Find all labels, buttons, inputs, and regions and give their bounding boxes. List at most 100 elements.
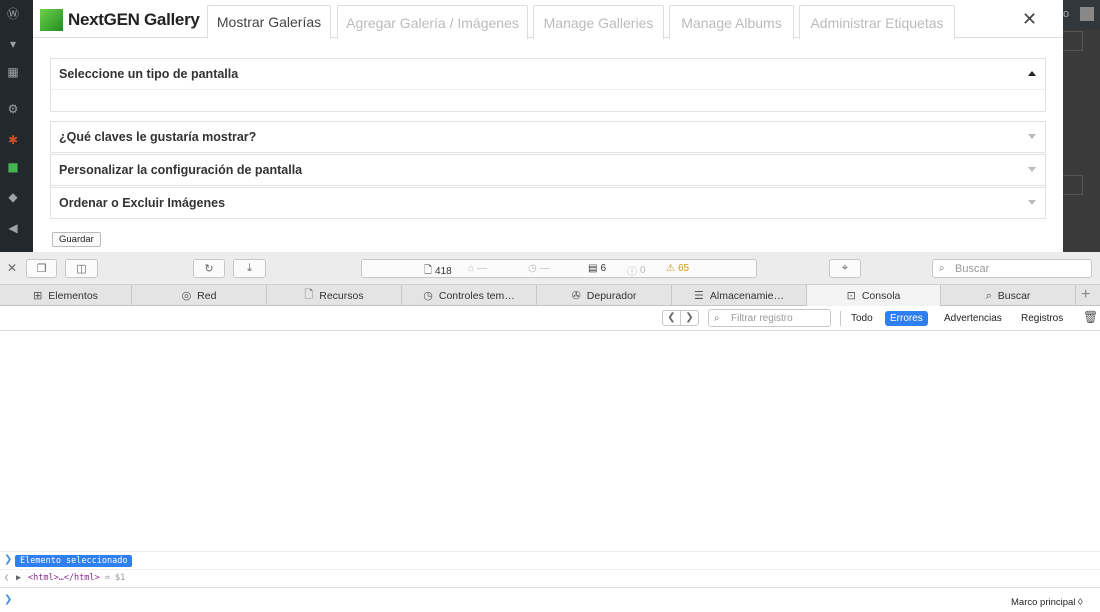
accordion-title: ¿Qué claves le gustaría mostrar? — [59, 130, 257, 144]
save-button[interactable]: Guardar — [52, 232, 101, 247]
accordion-keys: ¿Qué claves le gustaría mostrar? — [50, 121, 1046, 153]
resources-icon: 🗋 — [304, 288, 314, 301]
timelines-icon: ◷ — [423, 289, 433, 302]
search-icon: ⌕ — [939, 263, 945, 274]
chevron-up-icon — [1028, 71, 1036, 76]
search-icon: ⌕ — [985, 288, 992, 302]
console-result: ❮ ▶ <html>…</html> = $1 — [0, 569, 1100, 587]
tab-almacenamiento[interactable]: ☰ Almacenamie… — [672, 285, 807, 306]
log-count[interactable]: ▤ 6 — [588, 263, 606, 274]
nextgen-logo: NextGEN Gallery — [40, 9, 200, 31]
devtools-tab-bar: ⊞ Elementos ◎ Red 🗋 Recursos ◷ Controles tem… — [0, 285, 1100, 306]
load-time[interactable]: ◷ — — [528, 263, 550, 274]
console-filter-bar: ❮ ❯ ⌕ Filtrar registro Todo Errores Adve… — [0, 306, 1100, 331]
prompt-chevron-icon: ❯ — [4, 594, 13, 605]
tab-controles-temporales[interactable]: ◷ Controles tem… — [402, 285, 537, 306]
tab-manage-albums[interactable]: Manage Albums — [669, 5, 794, 39]
wordpress-logo-icon[interactable]: Ⓦ — [6, 7, 20, 21]
devtools-toolbar: ✕ ❐ ◫ ↻ ⤓ 🗋 418 ⌂ — ◷ — ▤ 6 ⓘ 0 ⚠ 65 ⌖ ⌕ Busca… — [0, 252, 1100, 285]
tab-manage-galleries[interactable]: Manage Galleries — [533, 5, 664, 39]
accordion-header[interactable]: Ordenar o Excluir Imágenes — [51, 188, 1045, 218]
chevron-right-icon[interactable]: ❯ — [681, 311, 698, 325]
download-icon[interactable]: ⤓ — [233, 259, 266, 278]
trash-icon[interactable]: 🗑 — [1083, 310, 1098, 324]
tab-depurador[interactable]: ✇ Depurador — [537, 285, 672, 306]
user-greeting: o — [1063, 8, 1070, 20]
error-icon: ⓘ — [627, 267, 637, 278]
add-tab-icon[interactable]: + — [1081, 286, 1090, 304]
weight-icon: ⌂ — [468, 263, 475, 274]
result-value: <html>…</html> = $1 — [28, 573, 125, 583]
network-icon: ◎ — [181, 289, 192, 302]
modal-header: NextGEN Gallery Mostrar Galerías Agregar… — [33, 0, 1063, 39]
tab-mostrar-galerias[interactable]: Mostrar Galerías — [207, 5, 331, 39]
filter-todo[interactable]: Todo — [846, 311, 878, 326]
nextgen-modal: NextGEN Gallery Mostrar Galerías Agregar… — [33, 0, 1063, 252]
chevron-down-icon — [1028, 200, 1036, 205]
reload-icon[interactable]: ↻ — [193, 259, 225, 278]
collapse-icon[interactable]: ◀ — [6, 221, 20, 235]
accordion-title: Seleccione un tipo de pantalla — [59, 67, 239, 81]
accordion-sort-exclude: Ordenar o Excluir Imágenes — [50, 187, 1046, 219]
tab-consola[interactable]: ⊡ Consola — [807, 285, 941, 306]
clock-icon: ◷ — [528, 263, 537, 274]
filter-registros[interactable]: Registros — [1016, 311, 1068, 326]
dock-side-icon[interactable]: ◫ — [65, 259, 98, 278]
accordion-header[interactable]: Seleccione un tipo de pantalla — [51, 59, 1045, 89]
document-icon: 🗋 — [424, 265, 433, 276]
logo-text: NextGEN Gallery — [68, 10, 200, 29]
accordion-title: Personalizar la configuración de pantall… — [59, 163, 303, 177]
accordion-header[interactable]: Personalizar la configuración de pantall… — [51, 155, 1045, 185]
tab-administrar-etiquetas[interactable]: Administrar Etiquetas — [799, 5, 955, 39]
frame-selector[interactable]: Marco principal ◊ — [1011, 597, 1083, 608]
disclosure-triangle-icon[interactable]: ▶ — [16, 573, 21, 583]
filter-advertencias[interactable]: Advertencias — [939, 311, 1007, 326]
background-box — [1063, 31, 1083, 51]
activity-status-bar: 🗋 418 ⌂ — ◷ — ▤ 6 ⓘ 0 ⚠ 65 — [361, 259, 757, 278]
accordion-title: Ordenar o Excluir Imágenes — [59, 196, 226, 210]
screen: Ⓦ ▾ ▦ ⚙ ✱ ■ ◆ ◀ o NextGEN Gallery Mostra… — [0, 0, 1100, 612]
console-prompt[interactable]: ❯ Marco principal ◊ — [0, 587, 1100, 612]
warning-icon: ⚠ — [666, 263, 675, 274]
chevron-right-icon: ❯ — [4, 554, 13, 565]
inspect-crosshair-icon[interactable]: ⌖ — [829, 259, 861, 278]
nextgen-logo-icon — [40, 9, 63, 31]
tools-icon[interactable]: ◆ — [6, 190, 20, 204]
resource-count[interactable]: 🗋 418 — [424, 263, 452, 280]
message-icon: ▤ — [588, 263, 598, 274]
accordion-display-type: Seleccione un tipo de pantalla — [50, 58, 1046, 112]
chevron-down-icon — [1028, 134, 1036, 139]
resource-size[interactable]: ⌂ — — [468, 263, 487, 274]
tab-red[interactable]: ◎ Red — [132, 285, 267, 306]
console-message: ❯ Elemento seleccionado — [0, 551, 1100, 569]
tab-agregar-galeria[interactable]: Agregar Galería / Imágenes — [337, 5, 528, 39]
wp-admin-sidebar: Ⓦ ▾ ▦ ⚙ ✱ ■ ◆ ◀ — [0, 0, 33, 252]
tab-buscar[interactable]: ⌕ Buscar — [941, 285, 1076, 306]
devtools-search-input[interactable]: ⌕ Buscar — [932, 259, 1092, 278]
dashboard-icon[interactable]: ▦ — [6, 65, 20, 79]
warning-count[interactable]: ⚠ 65 — [666, 263, 689, 274]
tab-elementos[interactable]: ⊞ Elementos — [0, 285, 132, 306]
filter-log-input[interactable]: ⌕ Filtrar registro — [708, 309, 831, 327]
background-box — [1063, 175, 1083, 195]
dock-undock-icon[interactable]: ❐ — [26, 259, 57, 278]
plugin-icon[interactable]: ✱ — [6, 133, 20, 147]
tab-recursos[interactable]: 🗋 Recursos — [267, 285, 402, 306]
console-navigation: ❮ ❯ — [662, 310, 699, 326]
filter-errores[interactable]: Errores — [885, 311, 928, 326]
wp-admin-background: o — [1063, 0, 1100, 252]
gallery-icon[interactable]: ■ — [6, 160, 20, 174]
avatar[interactable] — [1080, 7, 1094, 21]
close-icon[interactable]: ✕ — [1022, 9, 1037, 30]
html-node[interactable]: <html>…</html> — [28, 573, 100, 583]
close-icon[interactable]: ✕ — [7, 261, 17, 275]
gear-icon[interactable]: ⚙ — [6, 102, 20, 116]
chevron-down-icon — [1028, 167, 1036, 172]
chevron-left-icon[interactable]: ❮ — [663, 311, 681, 325]
selected-element-badge: Elemento seleccionado — [15, 555, 133, 567]
variable-reference: $1 — [115, 573, 126, 583]
elements-icon: ⊞ — [33, 289, 43, 302]
error-count[interactable]: ⓘ 0 — [627, 263, 646, 278]
pin-icon[interactable]: ▾ — [6, 37, 20, 51]
accordion-header[interactable]: ¿Qué claves le gustaría mostrar? — [51, 122, 1045, 152]
